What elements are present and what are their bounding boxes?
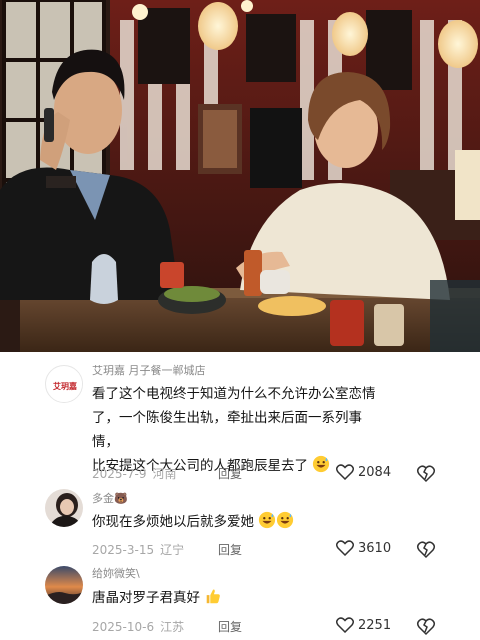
comment-text-line: 了，一个陈俊生出轨，牵扯出来后面一系列事情， (92, 410, 362, 450)
avatar-photo (45, 489, 83, 527)
broken-heart-icon[interactable] (416, 463, 436, 483)
grinning-sweat-emoji (259, 511, 276, 529)
thumbs-up-emoji (206, 589, 221, 604)
avatar[interactable]: 艾玥嘉 (45, 365, 83, 403)
comment-text-line: 看了这个电视终于知道为什么不允许办公室恋情 (92, 386, 376, 402)
like-button[interactable]: 2084 (336, 461, 391, 483)
comment-author[interactable]: 多金🐻 (92, 490, 128, 506)
comment-author[interactable]: 给妳微笑\ (92, 565, 140, 581)
heart-icon (336, 617, 354, 633)
avatar[interactable] (45, 489, 83, 527)
comment-location: 河南 (152, 467, 177, 481)
heart-icon (336, 540, 354, 556)
comment-text: 唐晶对罗子君真好 (92, 586, 378, 610)
heart-icon (336, 464, 354, 480)
reply-button[interactable]: 回复 (218, 541, 242, 558)
avatar-logo: 艾玥嘉 (47, 367, 82, 402)
like-count: 2084 (358, 464, 392, 480)
like-button[interactable]: 3610 (336, 537, 391, 559)
comment-author[interactable]: 艾玥嘉 月子餐一郸城店 (92, 362, 206, 378)
comment-date: 2025-3-15 (92, 543, 155, 557)
comment-text-content: 唐晶对罗子君真好 (92, 590, 200, 606)
grinning-sweat-emoji (277, 511, 294, 529)
avatar[interactable] (45, 566, 83, 604)
comment-date: 2025-7-9 (92, 467, 147, 481)
avatar-photo (45, 566, 83, 604)
comment-author-name: 多金 (92, 492, 114, 505)
bear-emoji: 🐻 (114, 492, 128, 505)
comment-location: 辽宁 (160, 543, 185, 557)
reply-button[interactable]: 回复 (218, 465, 242, 482)
scene-illustration (0, 0, 480, 352)
comments-section: 艾玥嘉 艾玥嘉 月子餐一郸城店 看了这个电视终于知道为什么不允许办公室恋情 了，… (0, 352, 480, 640)
like-count: 2251 (358, 617, 392, 633)
comment-text-content: 你现在多烦她以后就多爱她 (92, 514, 254, 530)
comment-text: 你现在多烦她以后就多爱她 (92, 510, 378, 534)
comment-date: 2025-10-6 (92, 620, 155, 634)
video-scene[interactable] (0, 0, 480, 352)
like-count: 3610 (358, 540, 392, 556)
broken-heart-icon[interactable] (416, 539, 436, 559)
comment-location: 江苏 (160, 620, 185, 634)
avatar-logo-text: 艾玥嘉 (53, 381, 77, 391)
broken-heart-icon[interactable] (416, 616, 436, 636)
comment-item: 给妳微笑\ 唐晶对罗子君真好 2025-10-6 江苏 回复 2251 (0, 562, 480, 640)
like-button[interactable]: 2251 (336, 614, 391, 636)
reply-button[interactable]: 回复 (218, 618, 242, 635)
comment-item: 艾玥嘉 艾玥嘉 月子餐一郸城店 看了这个电视终于知道为什么不允许办公室恋情 了，… (0, 352, 480, 488)
comment-item: 多金🐻 你现在多烦她以后就多爱她 2025-3-15 辽宁 回复 3610 (0, 488, 480, 562)
